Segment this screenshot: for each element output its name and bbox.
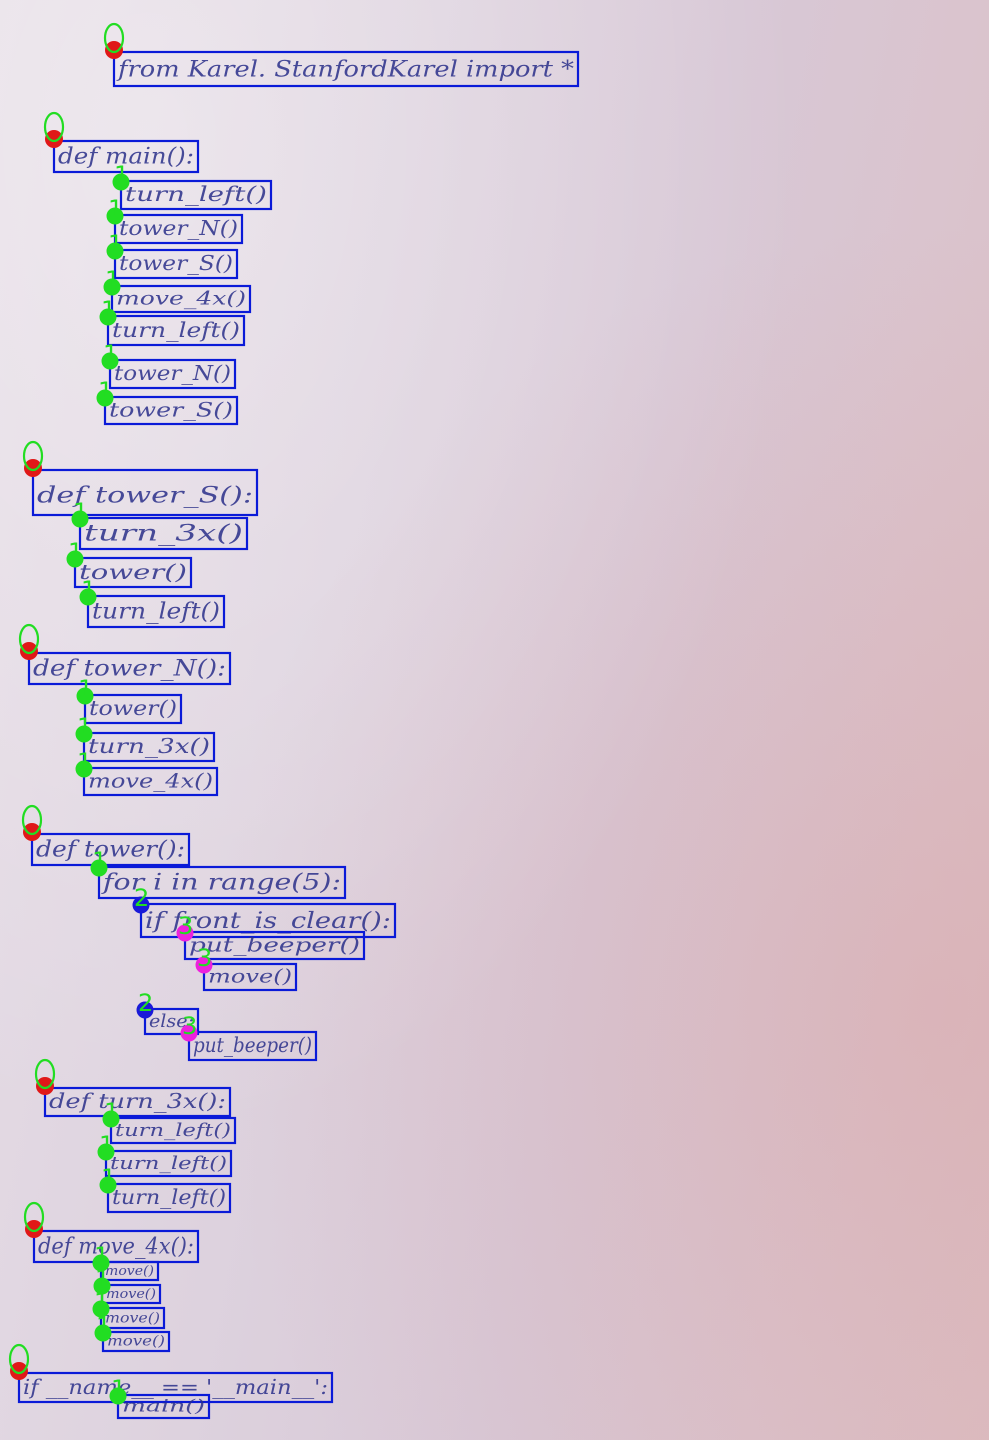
depth-dot [20, 642, 38, 660]
line-text: tower_N() [119, 216, 238, 240]
line-text: move() [208, 967, 292, 988]
depth-number-label: 1 [78, 675, 93, 703]
line-text: tower_N() [114, 361, 231, 385]
line-text: def tower_N(): [33, 656, 226, 681]
line-text: def tower_S(): [37, 483, 253, 508]
depth-dot [105, 41, 123, 59]
depth-number-label: 1 [68, 538, 83, 566]
depth-number-label: 3 [197, 944, 212, 972]
line-text: turn_left() [115, 1120, 231, 1141]
line-text: turn_left() [112, 1185, 226, 1209]
code-line: def turn_3x(): [34, 1058, 232, 1118]
line-text: tower_S() [119, 251, 233, 275]
line-text: def turn_3x(): [49, 1089, 226, 1113]
line-annotation-overlay: from Karel. StanfordKarel import *def ma… [8, 22, 580, 1420]
depth-dot [45, 130, 63, 148]
line-text: turn_left() [112, 318, 240, 342]
code-line: if __name__ == '__main__': [8, 1343, 334, 1404]
depth-number-label: 1 [81, 576, 96, 604]
line-text: put_beeper() [189, 933, 360, 956]
depth-number-label: 1 [114, 161, 129, 189]
depth-number-label: 1 [77, 713, 92, 741]
line-text: def move_4x(): [38, 1234, 194, 1259]
depth-number-label: 1 [98, 377, 113, 405]
line-text: move() [105, 1264, 154, 1279]
depth-number-label: 1 [104, 1098, 119, 1126]
depth-number-label: 1 [77, 748, 92, 776]
line-text: move_4x() [116, 289, 246, 310]
line-text: turn_left() [125, 182, 267, 206]
depth-number-label: 1 [111, 1375, 126, 1403]
depth-number-label: 2 [138, 989, 153, 1017]
depth-dot [23, 823, 41, 841]
code-line: put_beeper()3 [180, 1012, 318, 1062]
line-text: tower() [89, 696, 177, 720]
line-text: turn_left() [92, 599, 220, 624]
depth-number-label: 3 [182, 1012, 197, 1040]
line-text: put_beeper() [193, 1033, 312, 1057]
depth-number-label: 1 [73, 498, 88, 526]
code-line: tower_N()1 [101, 340, 237, 390]
line-text: move() [107, 1334, 165, 1350]
line-text: move_4x() [88, 769, 213, 792]
depth-number-label: 1 [103, 340, 118, 368]
depth-number-label: 2 [134, 884, 149, 912]
depth-number-label: 1 [108, 195, 123, 223]
depth-dot [10, 1362, 28, 1380]
code-line: def tower_S(): [22, 440, 259, 517]
depth-number-label: 1 [101, 296, 116, 324]
depth-number-label: 1 [96, 1312, 111, 1340]
line-text: turn_left() [110, 1153, 227, 1174]
depth-number-label: 1 [99, 1131, 114, 1159]
depth-number-label: 1 [105, 266, 120, 294]
code-line: def tower_N(): [18, 623, 232, 686]
depth-dot [24, 459, 42, 477]
depth-number-label: 1 [92, 847, 107, 875]
depth-number-label: 3 [178, 912, 193, 940]
depth-dot [36, 1077, 54, 1095]
line-text: move() [105, 1310, 160, 1326]
line-text: turn_3x() [84, 521, 243, 546]
code-line: turn_3x()1 [75, 713, 216, 763]
depth-number-label: 1 [108, 230, 123, 258]
line-text: turn_3x() [88, 734, 210, 758]
depth-number-label: 1 [101, 1164, 116, 1192]
line-text: move() [106, 1287, 156, 1302]
depth-dot [25, 1220, 43, 1238]
line-text: tower_S() [109, 398, 233, 421]
line-text: main() [122, 1397, 205, 1416]
line-text: def tower(): [36, 837, 185, 862]
code-line: from Karel. StanfordKarel import * [103, 22, 580, 88]
line-text: from Karel. StanfordKarel import * [116, 57, 574, 82]
